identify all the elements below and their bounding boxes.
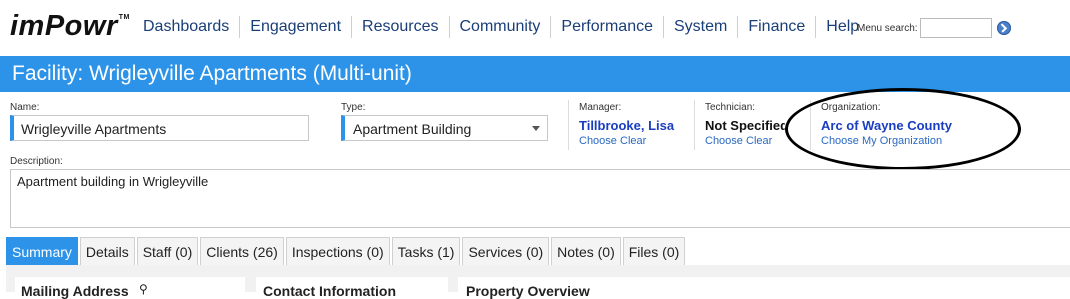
- name-label: Name:: [10, 102, 40, 113]
- manager-name[interactable]: Tillbrooke, Lisa: [579, 118, 674, 133]
- description-textarea[interactable]: Apartment building in Wrigleyville: [10, 169, 1070, 228]
- divider: [694, 100, 695, 150]
- tab-summary[interactable]: Summary: [6, 237, 78, 266]
- nav-system[interactable]: System: [664, 16, 739, 38]
- nav-community[interactable]: Community: [450, 16, 552, 38]
- organization-label: Organization:: [821, 102, 881, 113]
- title-bar: Facility: Wrigleyville Apartments (Multi…: [0, 56, 1070, 92]
- tab-inspections[interactable]: Inspections (0): [285, 237, 390, 266]
- organization-name[interactable]: Arc of Wayne County: [821, 118, 952, 133]
- type-label: Type:: [341, 102, 366, 113]
- type-select[interactable]: Apartment Building: [341, 115, 548, 141]
- tab-staff[interactable]: Staff (0): [136, 237, 199, 266]
- main-nav: Dashboards Engagement Resources Communit…: [133, 16, 869, 38]
- technician-choose-link[interactable]: Choose: [705, 135, 743, 147]
- contact-information-title: Contact Information: [263, 283, 396, 299]
- tab-services[interactable]: Services (0): [462, 237, 550, 266]
- description-label: Description:: [10, 156, 63, 167]
- menu-search-input[interactable]: [919, 18, 992, 38]
- type-select-value: Apartment Building: [353, 121, 472, 137]
- dropdown-arrow-icon: [532, 126, 540, 131]
- top-navbar: imPowrTM Dashboards Engagement Resources…: [0, 0, 1070, 54]
- menu-search-label: Menu search:: [857, 22, 918, 34]
- tab-details[interactable]: Details: [79, 237, 135, 266]
- name-input[interactable]: Wrigleyville Apartments: [10, 115, 309, 141]
- nav-resources[interactable]: Resources: [352, 16, 450, 38]
- manager-clear-link[interactable]: Clear: [620, 135, 646, 147]
- tab-clients[interactable]: Clients (26): [200, 237, 284, 266]
- divider: [810, 100, 811, 150]
- technician-clear-link[interactable]: Clear: [746, 135, 772, 147]
- manager-choose-link[interactable]: Choose: [579, 135, 617, 147]
- tab-bar: Summary Details Staff (0) Clients (26) I…: [6, 237, 687, 266]
- divider: [568, 100, 569, 150]
- my-organization-link[interactable]: My Organization: [862, 135, 942, 147]
- go-arrow-icon[interactable]: [996, 21, 1011, 35]
- tab-notes[interactable]: Notes (0): [551, 237, 621, 266]
- map-pin-icon[interactable]: ⚲: [139, 282, 148, 296]
- impowr-logo[interactable]: imPowrTM: [10, 10, 130, 43]
- nav-performance[interactable]: Performance: [551, 16, 664, 38]
- manager-label: Manager:: [579, 102, 622, 113]
- organization-choose-link[interactable]: Choose: [821, 135, 859, 147]
- nav-finance[interactable]: Finance: [738, 16, 817, 38]
- page-title: Facility: Wrigleyville Apartments (Multi…: [12, 62, 412, 85]
- mailing-address-title: Mailing Address: [21, 283, 129, 299]
- nav-dashboards[interactable]: Dashboards: [133, 16, 241, 38]
- menu-search: Menu search:: [857, 18, 1011, 38]
- technician-label: Technician:: [705, 102, 756, 113]
- nav-engagement[interactable]: Engagement: [240, 16, 353, 38]
- tab-files[interactable]: Files (0): [622, 237, 686, 266]
- property-overview-title: Property Overview: [466, 283, 590, 299]
- trademark-mark: TM: [118, 14, 130, 21]
- technician-name[interactable]: Not Specified: [705, 118, 785, 133]
- tab-tasks[interactable]: Tasks (1): [391, 237, 461, 266]
